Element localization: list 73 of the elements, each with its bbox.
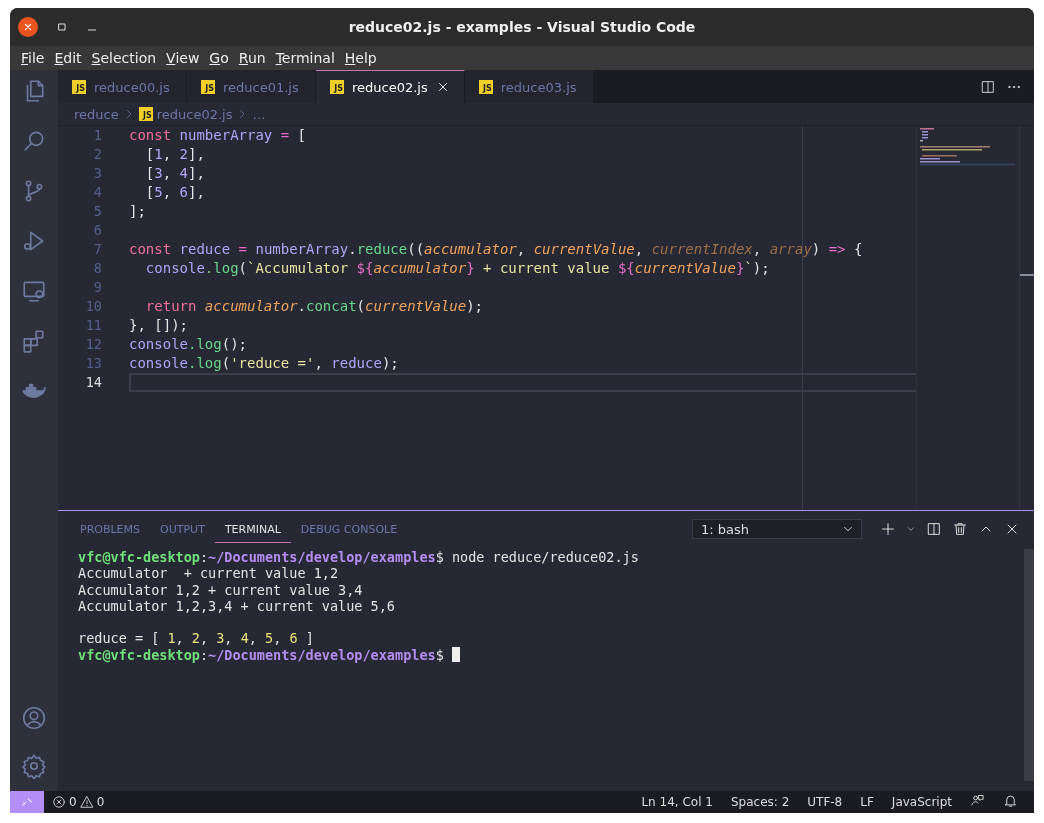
line-number: 10: [84, 297, 102, 316]
js-file-icon: JS: [330, 80, 344, 94]
scrollbar[interactable]: [1024, 549, 1034, 781]
plus-icon[interactable]: [880, 521, 896, 537]
panel-tab[interactable]: TERMINAL: [214, 515, 291, 543]
code-line: console.log(`Accumulator ${accumulator} + current value ${currentValue}`);: [144, 259, 771, 278]
chevron-down-icon[interactable]: [906, 524, 916, 534]
code-line: return accumulator.concat(currentValue);: [144, 297, 485, 316]
line-number: 12: [84, 335, 102, 354]
line-number: 1: [92, 126, 102, 145]
split-terminal-icon[interactable]: [926, 521, 942, 537]
code-line: const numberArray = [: [129, 126, 308, 145]
editor-tab[interactable]: JS reduce02.js: [316, 70, 465, 103]
terminal-line: Accumulator 1,2,3,4 + current value 5,6: [78, 597, 395, 615]
editor-tab[interactable]: JS reduce01.js: [187, 70, 316, 103]
terminal-line: vfc@vfc-desktop:~/Documents/develop/examples$: [78, 646, 445, 664]
terminal-line: Accumulator + current value 1,2: [78, 565, 339, 582]
status-item[interactable]: UTF-8: [799, 795, 851, 809]
code-line: [3, 4],: [144, 164, 206, 183]
line-number: 13: [84, 354, 102, 373]
terminal-line: Accumulator 1,2 + current value 3,4: [78, 581, 363, 598]
account-icon[interactable]: [21, 705, 47, 731]
status-item[interactable]: JavaScript: [883, 795, 960, 809]
menu-item[interactable]: File: [16, 50, 50, 66]
status-item[interactable]: Spaces: 2: [722, 795, 798, 809]
menu-item[interactable]: Terminal: [270, 50, 340, 66]
line-number: 8: [92, 259, 102, 278]
terminal-line: reduce = [ 1, 2, 3, 4, 5, 6 ]: [78, 630, 314, 647]
menu-item[interactable]: Selection: [86, 50, 162, 66]
warning-count[interactable]: 0: [96, 795, 105, 809]
menu-item[interactable]: Go: [204, 50, 234, 66]
maximize-icon[interactable]: [56, 21, 68, 33]
line-number: 6: [92, 221, 102, 240]
code-line: const reduce = numberArray.reduce((accumulator, currentValue, currentIndex, array) => {: [129, 240, 864, 259]
js-file-icon: JS: [478, 80, 493, 94]
status-item[interactable]: Ln 14, Col 1: [633, 795, 721, 809]
error-icon: [52, 795, 66, 809]
menu-item[interactable]: View: [161, 50, 205, 66]
code-line: console.log('reduce =', reduce);: [129, 354, 400, 373]
feedback-icon[interactable]: [970, 793, 985, 808]
line-number: 3: [92, 164, 102, 183]
trash-icon[interactable]: [952, 521, 968, 537]
settings-icon[interactable]: [21, 753, 47, 779]
menu-item[interactable]: Run: [233, 50, 271, 66]
line-number: 2: [92, 145, 102, 164]
menu-item[interactable]: Help: [339, 50, 382, 66]
warning-icon: [79, 795, 94, 809]
split-editor-icon[interactable]: [980, 78, 996, 95]
js-file-icon: JS: [138, 107, 153, 121]
js-file-icon: JS: [72, 80, 86, 94]
code-line: [5, 6],: [144, 183, 206, 202]
menu-item[interactable]: Edit: [49, 50, 87, 66]
code-line: ];: [129, 202, 147, 221]
line-number: 7: [92, 240, 102, 259]
error-count[interactable]: 0: [69, 795, 77, 809]
minimap-drawing[interactable]: [917, 126, 1017, 166]
line-number: 14: [84, 373, 102, 392]
editor-tab[interactable]: JS reduce00.js: [58, 70, 187, 103]
remote-icon: [20, 795, 34, 809]
js-file-icon: JS: [201, 80, 215, 94]
line-number: 5: [92, 202, 102, 221]
window-title: reduce02.js - examples - Visual Studio Code: [348, 19, 696, 35]
code-line: console.log();: [129, 335, 249, 354]
terminal-line: vfc@vfc-desktop:~/Documents/develop/examples$ node reduce/reduce02.js: [78, 549, 639, 566]
line-number: 11: [84, 316, 102, 335]
line-number: 9: [92, 278, 102, 297]
editor-tab[interactable]: JS reduce03.js: [464, 70, 594, 103]
code-line: }, []);: [129, 316, 189, 335]
bell-icon[interactable]: [1003, 793, 1018, 808]
code-line: [1, 2],: [144, 145, 206, 164]
line-number: 4: [92, 183, 102, 202]
status-item[interactable]: LF: [852, 795, 882, 809]
terminal-dropdown[interactable]: 1: bash: [692, 519, 862, 539]
